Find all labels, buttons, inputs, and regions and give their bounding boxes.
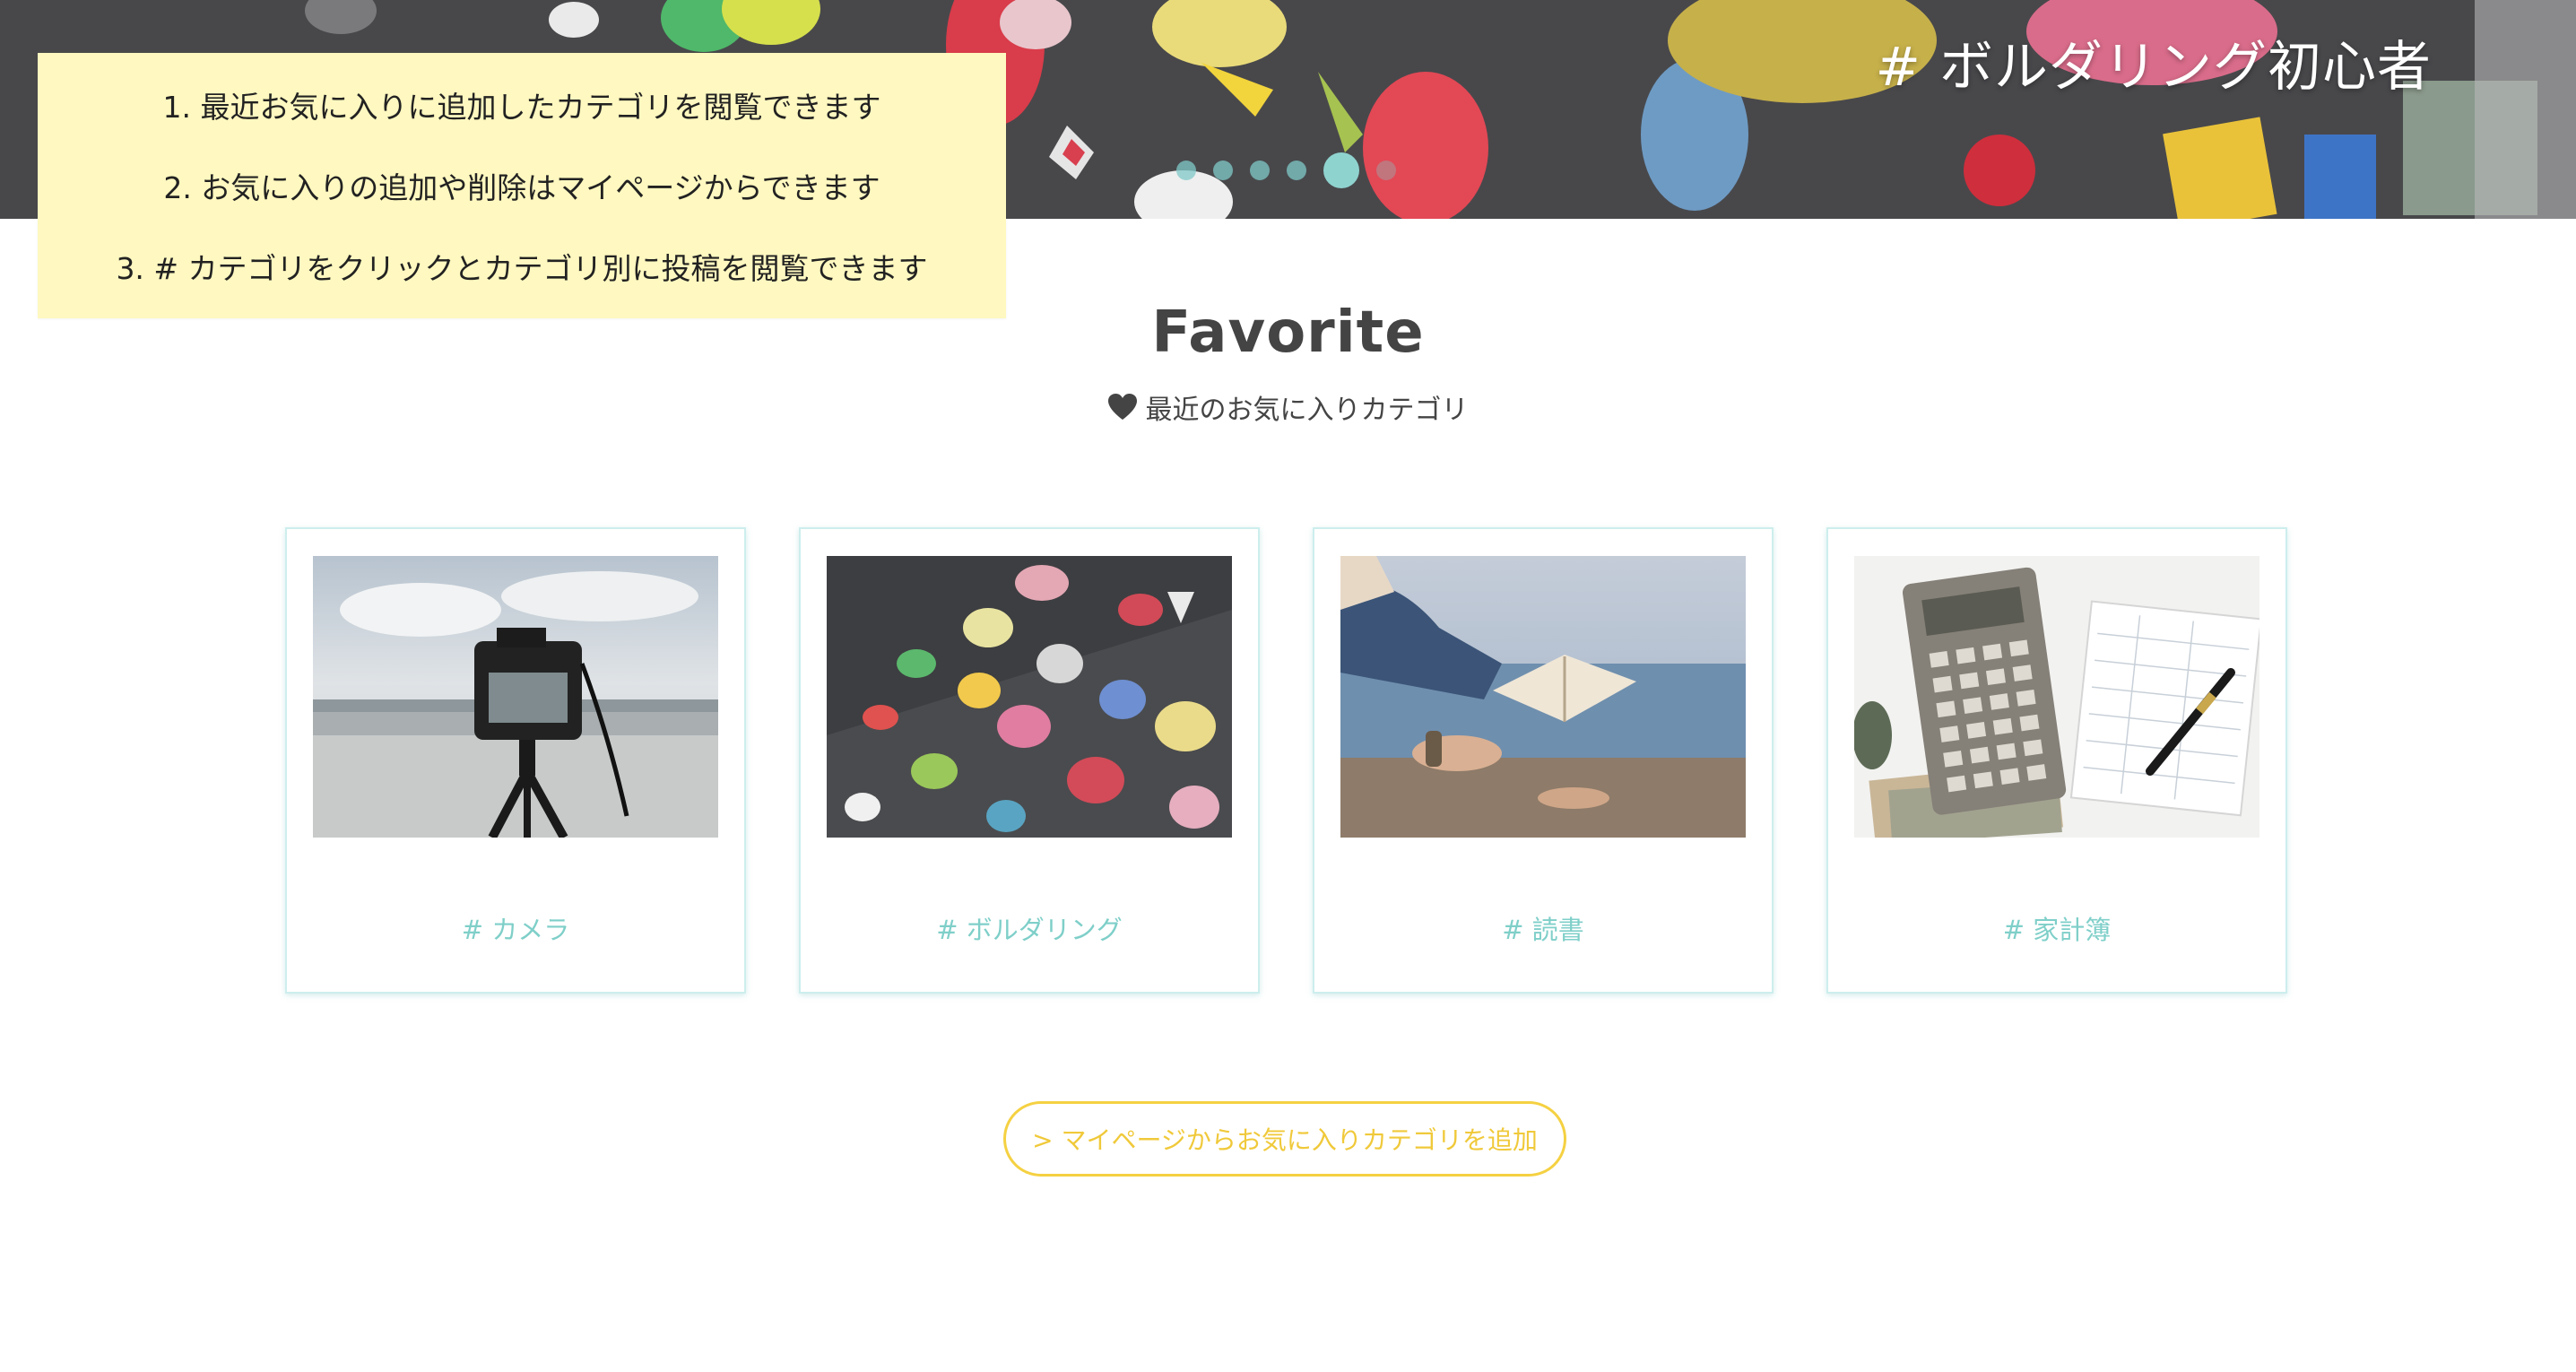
hero-title: # ボルダリング初心者 <box>1875 36 2432 99</box>
page: # ボルダリング初心者 1. 最近お気に入りに追加したカテゴリを閲覧できます 2… <box>0 0 2576 1372</box>
section-subtitle: 最近のお気に入りカテゴリ <box>0 387 2576 427</box>
category-link-reading[interactable]: # 読書 <box>1502 909 1584 947</box>
slider-dot-active[interactable] <box>1323 152 1359 188</box>
info-line-3: 3. # カテゴリをクリックとカテゴリ別に投稿を閲覧できます <box>116 251 928 286</box>
category-card-camera[interactable]: # カメラ <box>285 527 746 994</box>
slider-dot[interactable] <box>1176 161 1196 180</box>
heart-icon <box>1107 394 1137 420</box>
slider-dots[interactable] <box>1176 152 1396 188</box>
category-card-reading[interactable]: # 読書 <box>1313 527 1774 994</box>
category-link-camera[interactable]: # カメラ <box>462 909 570 947</box>
slider-dot[interactable] <box>1213 161 1233 180</box>
category-card-bouldering[interactable]: # ボルダリング <box>799 527 1260 994</box>
section-title: Favorite <box>1151 300 1425 366</box>
slider-dot[interactable] <box>1376 161 1396 180</box>
camera-photo <box>313 556 718 838</box>
slider-dot[interactable] <box>1287 161 1306 180</box>
favorite-cards: # カメラ # ボルダリング # 読書 # 家計簿 <box>285 527 2287 994</box>
climbing-wall-photo <box>827 556 1232 838</box>
info-line-1: 1. 最近お気に入りに追加したカテゴリを閲覧できます <box>162 90 881 125</box>
add-favorite-category-button[interactable]: > マイページからお気に入りカテゴリを追加 <box>1003 1101 1566 1177</box>
slider-dot[interactable] <box>1250 161 1270 180</box>
category-link-budget[interactable]: # 家計簿 <box>2003 909 2112 947</box>
reading-book-photo <box>1340 556 1746 838</box>
category-card-budget[interactable]: # 家計簿 <box>1826 527 2287 994</box>
calculator-notebook-photo <box>1854 556 2259 838</box>
category-link-bouldering[interactable]: # ボルダリング <box>936 909 1123 947</box>
info-line-2: 2. お気に入りの追加や削除はマイページからできます <box>163 170 880 205</box>
section-subtitle-text: 最近のお気に入りカテゴリ <box>1145 395 1469 426</box>
info-note: 1. 最近お気に入りに追加したカテゴリを閲覧できます 2. お気に入りの追加や削… <box>38 53 1006 318</box>
